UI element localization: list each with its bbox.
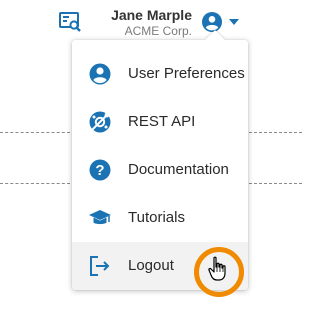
api-icon: [89, 111, 111, 133]
menu-item-label: Logout: [128, 257, 174, 274]
user-circle-icon[interactable]: [201, 11, 223, 33]
user-circle-icon: [89, 63, 111, 85]
svg-text:?: ?: [95, 162, 104, 179]
menu-item-tutorials[interactable]: Tutorials: [72, 194, 248, 242]
background-divider: [249, 132, 302, 133]
top-bar: Jane Marple ACME Corp.: [0, 0, 302, 40]
user-company: ACME Corp.: [124, 24, 192, 38]
hand-pointer-icon: [208, 256, 226, 281]
logout-icon: [90, 256, 110, 276]
search-log-icon[interactable]: [59, 12, 81, 32]
menu-item-label: Tutorials: [128, 209, 185, 226]
menu-item-user-preferences[interactable]: User Preferences: [72, 50, 248, 98]
background-divider: [249, 183, 302, 184]
graduation-cap-icon: [89, 210, 111, 225]
caret-down-icon[interactable]: [228, 18, 240, 26]
menu-item-label: REST API: [128, 113, 196, 130]
background-divider: [0, 132, 70, 133]
menu-item-label: User Preferences: [128, 65, 245, 82]
question-circle-icon: ?: [89, 159, 111, 181]
menu-item-rest-api[interactable]: REST API: [72, 98, 248, 146]
menu-item-documentation[interactable]: ? Documentation: [72, 146, 248, 194]
background-divider: [0, 183, 70, 184]
menu-item-label: Documentation: [128, 161, 229, 178]
user-name: Jane Marple: [111, 7, 192, 23]
